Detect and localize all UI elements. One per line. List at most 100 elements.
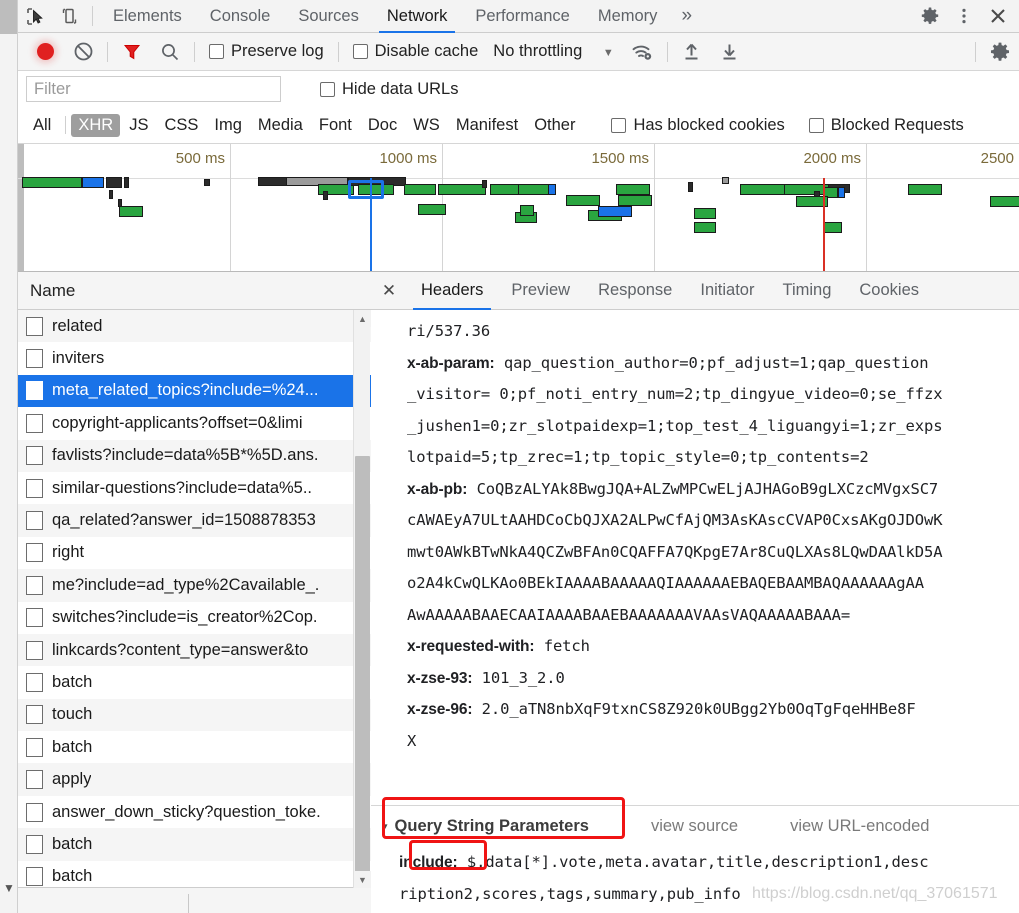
request-list-header[interactable]: Name [18,272,371,310]
network-conditions-icon[interactable] [624,34,662,70]
request-headers-body[interactable]: ri/537.36 x-ab-param: qap_question_author… [371,310,1019,873]
type-filter-manifest[interactable]: Manifest [449,114,525,137]
tab-elements[interactable]: Elements [99,0,196,33]
overview-dom-content-loaded-line [370,178,372,271]
request-list-scrollbar[interactable]: ▲ ▼ [353,310,371,888]
gutter-scroll-down-icon[interactable]: ▼ [2,881,16,895]
overview-left-band [18,144,24,271]
type-filter-font[interactable]: Font [312,114,359,137]
tab-timing[interactable]: Timing [768,272,845,310]
request-row[interactable]: batch [18,860,371,887]
tab-console[interactable]: Console [196,0,285,33]
tab-initiator[interactable]: Initiator [686,272,768,310]
request-row[interactable]: touch [18,698,371,732]
type-filter-media[interactable]: Media [251,114,310,137]
tab-cookies[interactable]: Cookies [845,272,933,310]
view-source-link[interactable]: view source [651,817,738,836]
clear-button[interactable] [64,34,102,70]
chevron-down-icon[interactable]: ▼ [603,47,614,59]
overview-bar [518,184,550,195]
blocked-requests-checkbox[interactable]: Blocked Requests [800,116,973,135]
type-filter-css[interactable]: CSS [157,114,205,137]
device-toolbar-icon[interactable] [52,0,86,32]
disable-cache-checkbox[interactable]: Disable cache [344,42,488,61]
request-row[interactable]: answer_down_sticky?question_toke. [18,795,371,829]
tab-performance[interactable]: Performance [461,0,583,33]
request-row[interactable]: qa_related?answer_id=1508878353 [18,504,371,537]
request-row[interactable]: inviters [18,342,371,375]
overview-bar [82,177,104,188]
disable-cache-box[interactable] [352,44,368,59]
has-blocked-cookies-checkbox[interactable]: Has blocked cookies [602,116,793,135]
search-icon[interactable] [151,34,189,70]
tab-sources[interactable]: Sources [284,0,373,33]
type-filter-ws[interactable]: WS [406,114,447,137]
export-har-icon[interactable] [711,34,749,70]
query-string-title: Query String Parameters [394,817,589,835]
tab-preview-label: Preview [511,281,571,299]
has-blocked-cookies-box[interactable] [611,117,627,133]
has-blocked-cookies-label: Has blocked cookies [633,115,785,134]
settings-gear-icon[interactable] [913,0,947,32]
chevron-down-icon[interactable]: ▾ [383,821,388,832]
disable-cache-label: Disable cache [374,42,479,60]
network-overview-timeline[interactable]: 500 ms 1000 ms 1500 ms 2000 ms 2500 [18,144,1019,272]
type-filter-other[interactable]: Other [527,114,582,137]
request-type-icon [26,349,43,369]
gutter-tab-handle[interactable] [0,0,17,34]
request-row[interactable]: me?include=ad_type%2Cavailable_. [18,569,371,602]
tab-headers-label: Headers [421,281,484,299]
throttling-select[interactable]: No throttling ▼ [487,42,613,61]
request-list[interactable]: related inviters meta_related_topics?inclu… [18,310,371,888]
type-filter-all[interactable]: All [26,114,58,137]
type-filter-doc[interactable]: Doc [361,114,404,137]
inspect-element-icon[interactable] [18,0,52,32]
request-name-label: related [52,316,103,335]
hide-data-urls-box[interactable] [320,81,335,97]
request-row[interactable]: favlists?include=data%5B*%5D.ans. [18,439,371,472]
type-filter-js[interactable]: JS [122,114,155,137]
import-har-icon[interactable] [673,34,711,70]
close-devtools-icon[interactable] [981,0,1015,32]
request-row[interactable]: batch [18,666,371,699]
view-url-encoded-link[interactable]: view URL-encoded [790,817,929,836]
request-row[interactable]: copyright-applicants?offset=0&limi [18,407,371,440]
hide-data-urls-checkbox[interactable]: Hide data URLs [311,80,467,99]
tab-response[interactable]: Response [584,272,686,310]
record-button[interactable] [26,34,64,70]
type-filter-xhr[interactable]: XHR [71,113,121,137]
request-row[interactable]: batch [18,828,371,861]
request-row[interactable]: related [18,310,371,343]
request-type-icon [26,381,43,401]
request-row[interactable]: batch [18,731,371,764]
tab-memory[interactable]: Memory [584,0,672,33]
request-type-icon [26,446,43,466]
request-row[interactable]: meta_related_topics?include=%24... [18,374,371,408]
request-row[interactable]: similar-questions?include=data%5.. [18,471,371,505]
scroll-up-icon[interactable]: ▲ [354,310,371,327]
request-row[interactable]: switches?include=is_creator%2Cop. [18,601,371,634]
tab-headers[interactable]: Headers [407,272,497,310]
tab-preview[interactable]: Preview [497,272,584,310]
overview-bar [722,177,729,184]
request-row[interactable]: linkcards?content_type=answer&to [18,633,371,667]
blocked-requests-box[interactable] [808,117,824,133]
type-filter-img[interactable]: Img [207,114,249,137]
preserve-log-box[interactable] [209,44,224,59]
tab-network[interactable]: Network [373,0,462,33]
preserve-log-checkbox[interactable]: Preserve log [200,42,333,61]
filter-input[interactable] [26,76,281,102]
scrollbar-thumb[interactable] [355,456,370,886]
filter-icon[interactable] [113,34,151,70]
more-tabs-icon[interactable]: » [671,5,702,27]
more-options-icon[interactable] [947,0,981,32]
scroll-down-icon[interactable]: ▼ [354,871,371,888]
request-row[interactable]: apply [18,763,371,796]
network-settings-icon[interactable] [981,34,1019,70]
request-list-footer [18,888,371,913]
request-row[interactable]: right [18,536,371,570]
overview-selection-box[interactable] [348,180,384,199]
close-details-icon[interactable]: ✕ [371,272,407,309]
query-string-header[interactable]: ▾ Query String Parameters view source vi… [371,806,1019,847]
footer-divider [188,894,189,913]
